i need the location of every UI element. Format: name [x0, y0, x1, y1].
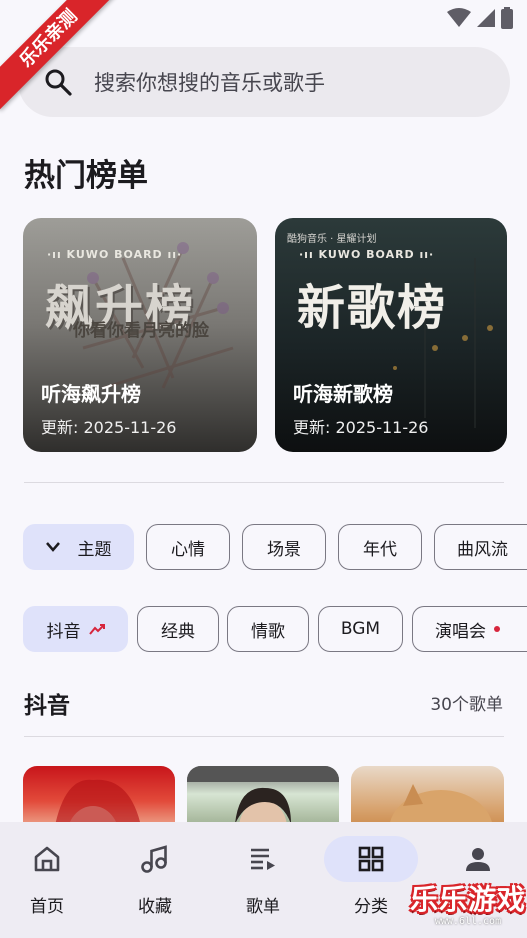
- card-update-date: 更新: 2025-11-26: [293, 418, 429, 437]
- home-icon: [34, 846, 60, 872]
- chip-era[interactable]: 年代: [338, 524, 422, 570]
- chip-label: 抖音: [46, 621, 81, 642]
- nav-label: 歌单: [246, 897, 280, 917]
- chip-label: 场景: [267, 539, 301, 560]
- nav-favorites[interactable]: 收藏: [108, 836, 202, 926]
- card-brand: ·ıı KUWO BOARD ıı·: [299, 248, 435, 261]
- watermark-ribbon: 乐乐亲测: [0, 0, 120, 120]
- chip-label: BGM: [340, 619, 381, 639]
- nav-playlists[interactable]: 歌单: [216, 836, 310, 926]
- chip-label: 曲风流: [457, 539, 508, 560]
- card-art-title: 新歌榜: [297, 280, 448, 336]
- card-title: 听海新歌榜: [293, 382, 393, 406]
- card-top-tag: 酷狗音乐 · 星耀计划: [287, 234, 377, 245]
- divider: [24, 736, 504, 737]
- chip-scene[interactable]: 场景: [242, 524, 326, 570]
- corner-watermark-logo: 乐乐游戏 www.6ll.com: [409, 878, 527, 938]
- chip-theme[interactable]: 主题: [23, 524, 134, 570]
- music-note-icon: [141, 845, 167, 873]
- chip-genre[interactable]: 曲风流: [434, 524, 527, 570]
- divider: [24, 482, 504, 483]
- card-update-date: 更新: 2025-11-26: [41, 418, 177, 437]
- nav-icon-container: [431, 836, 525, 882]
- watermark-ribbon-text: 乐乐亲测: [0, 0, 120, 110]
- chart-card-new-songs[interactable]: 酷狗音乐 · 星耀计划 ·ıı KUWO BOARD ıı· 新歌榜 听海新歌榜…: [275, 218, 507, 452]
- chart-card-soaring[interactable]: ·ıı KUWO BOARD ıı· 飙升榜 你看你看月亮的脸 听海飙升榜 更新…: [23, 218, 257, 452]
- card-title: 听海飙升榜: [41, 382, 141, 406]
- nav-label: 收藏: [138, 897, 172, 917]
- chip-label: 年代: [363, 539, 397, 560]
- nav-label: 首页: [30, 897, 64, 917]
- nav-icon-container: [0, 836, 94, 882]
- hot-charts-title: 热门榜单: [24, 158, 148, 194]
- playlist-count: 30个歌单: [430, 695, 503, 715]
- playlist-icon: [251, 848, 275, 870]
- chip-douyin[interactable]: 抖音: [23, 606, 128, 652]
- card-art-subtitle: 你看你看月亮的脸: [73, 321, 209, 341]
- corner-logo-text: 乐乐游戏: [409, 883, 526, 916]
- chip-love-songs[interactable]: 情歌: [227, 606, 309, 652]
- person-icon: [466, 848, 490, 871]
- wifi-icon: [447, 8, 471, 27]
- nav-icon-container: [216, 836, 310, 882]
- nav-icon-container: [324, 836, 418, 882]
- nav-home[interactable]: 首页: [0, 836, 94, 926]
- chip-classic[interactable]: 经典: [137, 606, 219, 652]
- chip-label: 心情: [171, 539, 205, 560]
- chip-mood[interactable]: 心情: [146, 524, 230, 570]
- chip-concert[interactable]: 演唱会: [412, 606, 527, 652]
- chip-label: 主题: [77, 539, 112, 560]
- battery-icon: [501, 7, 513, 29]
- hot-dot-icon: [494, 626, 500, 632]
- trending-icon: [88, 624, 105, 635]
- playlist-section-title: 抖音: [24, 693, 70, 719]
- card-brand: ·ıı KUWO BOARD ıı·: [47, 248, 183, 261]
- category-grid-icon: [358, 846, 384, 872]
- chip-label: 经典: [161, 621, 195, 642]
- chip-bgm[interactable]: BGM: [318, 606, 403, 652]
- nav-icon-container: [108, 836, 202, 882]
- nav-categories[interactable]: 分类: [324, 836, 418, 926]
- chevron-down-icon: [45, 542, 60, 552]
- status-icons: [447, 7, 513, 29]
- signal-icon: [477, 9, 495, 27]
- search-placeholder: 搜索你想搜的音乐或歌手: [94, 71, 325, 95]
- nav-label: 分类: [354, 897, 388, 917]
- chip-label: 情歌: [251, 621, 285, 642]
- chip-label: 演唱会: [435, 621, 486, 642]
